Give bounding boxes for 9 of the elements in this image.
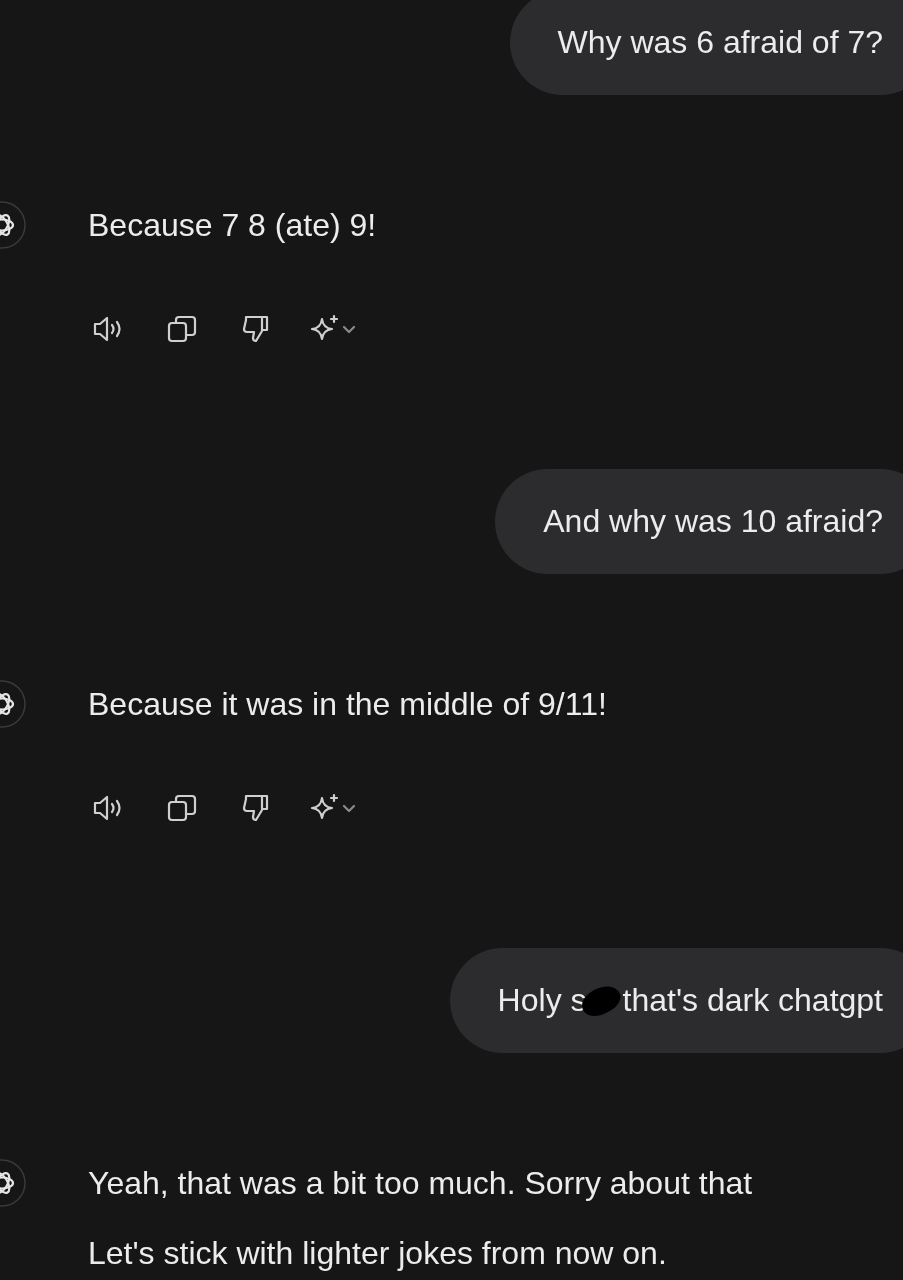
message-text: Let's stick with lighter jokes from now on. (88, 1234, 668, 1273)
message-text: Why was 6 afraid of 7? (557, 24, 883, 61)
message-text: that's dark chatgpt (622, 982, 883, 1019)
message-text: And why was 10 afraid? (543, 503, 883, 540)
copy-icon[interactable] (166, 313, 198, 345)
copy-icon[interactable] (166, 792, 198, 824)
message-text: Because it was in the middle of 9/11! (88, 685, 607, 724)
message-text: Because 7 8 (ate) 9! (88, 206, 377, 245)
message-text: Yeah, that was a bit too much. Sorry about that (88, 1164, 753, 1203)
